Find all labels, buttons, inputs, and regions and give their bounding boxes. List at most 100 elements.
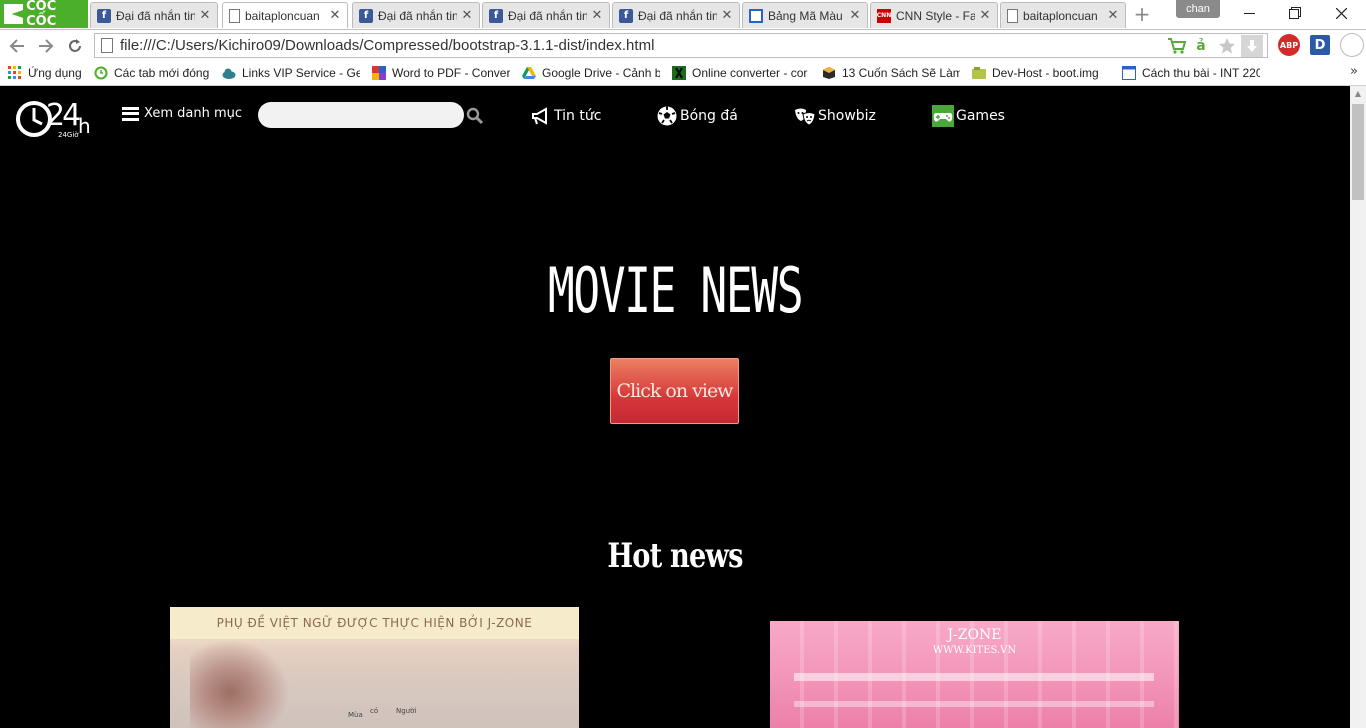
- adblock-plus-icon[interactable]: ABP: [1278, 34, 1300, 56]
- restore-button[interactable]: [1272, 0, 1318, 26]
- page-viewport: 24 h 24Giờ Xem danh mục Tin tức Bóng đá: [0, 86, 1350, 728]
- poster-caption: PHỤ ĐỀ VIỆT NGỮ ĐƯỢC THỰC HIỆN BỞI J-ZON…: [216, 616, 533, 630]
- bookmark-label: Cách thu bài - INT 220: [1142, 66, 1260, 80]
- tab-2-active[interactable]: baitaploncuan ✕: [222, 2, 348, 28]
- bookmark-recent-tabs[interactable]: Các tab mới đóng: [94, 64, 216, 82]
- facebook-icon: f: [619, 8, 633, 23]
- bookmark-word-pdf[interactable]: Word to PDF - Conver: [372, 64, 510, 82]
- soccer-ball-icon: [657, 106, 677, 126]
- apps-grid-icon: [8, 66, 21, 79]
- bookmark-13-books[interactable]: 13 Cuốn Sách Sẽ Làm: [822, 64, 960, 82]
- bookmark-label: Google Drive - Cảnh b: [542, 66, 660, 80]
- close-icon[interactable]: ✕: [721, 8, 733, 23]
- hamburger-menu-icon: [122, 106, 139, 121]
- word-pdf-icon: [372, 66, 386, 80]
- close-icon[interactable]: ✕: [979, 8, 991, 23]
- tab-1[interactable]: f Đại đã nhắn tin ✕: [90, 2, 218, 28]
- tab-title: baitaploncuan: [1023, 8, 1098, 23]
- forward-button[interactable]: [34, 34, 58, 58]
- nav-showbiz[interactable]: Showbiz: [794, 105, 876, 127]
- category-menu-label: Xem danh mục: [144, 106, 242, 121]
- coccoc-menu-button[interactable]: CỐC CỐC: [0, 0, 88, 29]
- color-table-icon: [749, 8, 763, 23]
- scroll-up-arrow-icon[interactable]: ▲: [1350, 86, 1366, 102]
- close-icon[interactable]: ✕: [461, 8, 473, 23]
- poster-small-text: có: [370, 707, 379, 715]
- hot-news-poster-1[interactable]: PHỤ ĐỀ VIỆT NGỮ ĐƯỢC THỰC HIỆN BỞI J-ZON…: [170, 607, 579, 728]
- logo-text: 24: [46, 98, 80, 133]
- star-icon[interactable]: [1217, 36, 1237, 56]
- bookmark-google-drive[interactable]: Google Drive - Cảnh b: [522, 64, 660, 82]
- dictionary-a-icon[interactable]: ả: [1191, 36, 1211, 56]
- bookmark-label: 13 Cuốn Sách Sẽ Làm: [842, 66, 960, 80]
- minimize-button[interactable]: [1226, 0, 1272, 26]
- close-icon[interactable]: ✕: [591, 8, 603, 23]
- bookmark-dev-host[interactable]: Dev-Host - boot.img: [972, 64, 1110, 82]
- site-search-input[interactable]: [258, 102, 464, 128]
- nav-games[interactable]: Games: [932, 105, 1005, 127]
- d-extension-icon[interactable]: D: [1310, 35, 1330, 55]
- logo-subtext: 24Giờ: [58, 131, 79, 139]
- profile-button[interactable]: chan: [1176, 0, 1220, 18]
- close-icon[interactable]: ✕: [849, 8, 861, 23]
- browser-brand: CỐC CỐC: [26, 0, 57, 29]
- close-window-button[interactable]: [1318, 0, 1364, 26]
- download-icon[interactable]: [1241, 35, 1263, 57]
- site-logo[interactable]: 24 h 24Giờ: [14, 93, 98, 141]
- scrollbar-thumb[interactable]: [1352, 104, 1364, 200]
- google-drive-icon: [522, 67, 536, 79]
- page-icon: [101, 38, 113, 53]
- tab-title: Bảng Mã Màu: [768, 8, 843, 23]
- back-button[interactable]: [5, 34, 29, 58]
- close-icon[interactable]: ✕: [1107, 8, 1119, 23]
- address-url: file:///C:/Users/Kichiro09/Downloads/Com…: [120, 37, 655, 54]
- reload-icon: [69, 39, 81, 52]
- user-avatar-icon[interactable]: [1340, 33, 1364, 57]
- bookmark-links-vip[interactable]: Links VIP Service - Get: [222, 64, 360, 82]
- cloud-icon: [222, 68, 236, 79]
- tab-4[interactable]: f Đại đã nhắn tin ✕: [482, 2, 610, 28]
- bookmark-label: Dev-Host - boot.img: [992, 66, 1099, 80]
- poster-rail-decoration: [794, 673, 1154, 681]
- minimize-icon: [1243, 13, 1255, 14]
- bookmark-label: Word to PDF - Conver: [392, 66, 510, 80]
- shopping-cart-icon[interactable]: [1167, 36, 1187, 56]
- megaphone-icon: [532, 107, 547, 125]
- tab-title: baitaploncuan: [245, 8, 320, 23]
- page-icon: [1122, 66, 1136, 80]
- bookmark-online-converter[interactable]: Online converter - cor: [672, 64, 810, 82]
- nav-bong-da[interactable]: Bóng đá: [656, 105, 738, 127]
- page-icon: [229, 8, 240, 23]
- search-icon[interactable]: [466, 107, 484, 125]
- browser-tab-strip: CỐC CỐC f Đại đã nhắn tin ✕ baitaploncua…: [0, 0, 1366, 30]
- nav-tin-tuc[interactable]: Tin tức: [530, 105, 601, 127]
- tab-7[interactable]: CNN CNN Style - Fa ✕: [870, 2, 998, 28]
- bookmark-label: Online converter - cor: [692, 66, 808, 80]
- click-on-view-button[interactable]: Click on view: [610, 358, 739, 424]
- bookmark-cach-thu-bai[interactable]: Cách thu bài - INT 220: [1122, 64, 1260, 82]
- tab-8[interactable]: baitaploncuan ✕: [1000, 2, 1126, 28]
- close-icon[interactable]: ✕: [329, 8, 341, 23]
- poster-small-text: Người: [396, 707, 417, 715]
- tab-3[interactable]: f Đại đã nhắn tin ✕: [352, 2, 480, 28]
- address-bar[interactable]: file:///C:/Users/Kichiro09/Downloads/Com…: [94, 33, 1268, 58]
- tab-title: CNN Style - Fa: [896, 8, 975, 23]
- tab-5[interactable]: f Đại đã nhắn tin ✕: [612, 2, 740, 28]
- bookmark-apps[interactable]: Ứng dụng: [8, 64, 86, 82]
- nav-label: Bóng đá: [680, 108, 738, 124]
- bookmarks-overflow-chevron-icon[interactable]: »: [1350, 64, 1358, 79]
- hot-news-poster-2[interactable]: J-ZONE WWW.KITES.VN: [770, 621, 1179, 728]
- cnn-icon: CNN: [877, 8, 891, 23]
- new-tab-button[interactable]: +: [1132, 4, 1152, 24]
- tab-title: Đại đã nhắn tin: [116, 8, 195, 23]
- reload-button[interactable]: [63, 34, 87, 58]
- svg-text:h: h: [78, 114, 91, 138]
- poster-small-text: Mùa: [348, 711, 363, 719]
- close-icon[interactable]: ✕: [199, 8, 211, 23]
- nav-label: Tin tức: [554, 108, 602, 124]
- poster-brand: J-ZONE: [947, 627, 1002, 643]
- page-scrollbar[interactable]: ▲: [1350, 86, 1366, 728]
- category-menu-button[interactable]: Xem danh mục: [122, 106, 242, 121]
- hot-news-heading: Hot news: [607, 536, 743, 576]
- tab-6[interactable]: Bảng Mã Màu ✕: [742, 2, 868, 28]
